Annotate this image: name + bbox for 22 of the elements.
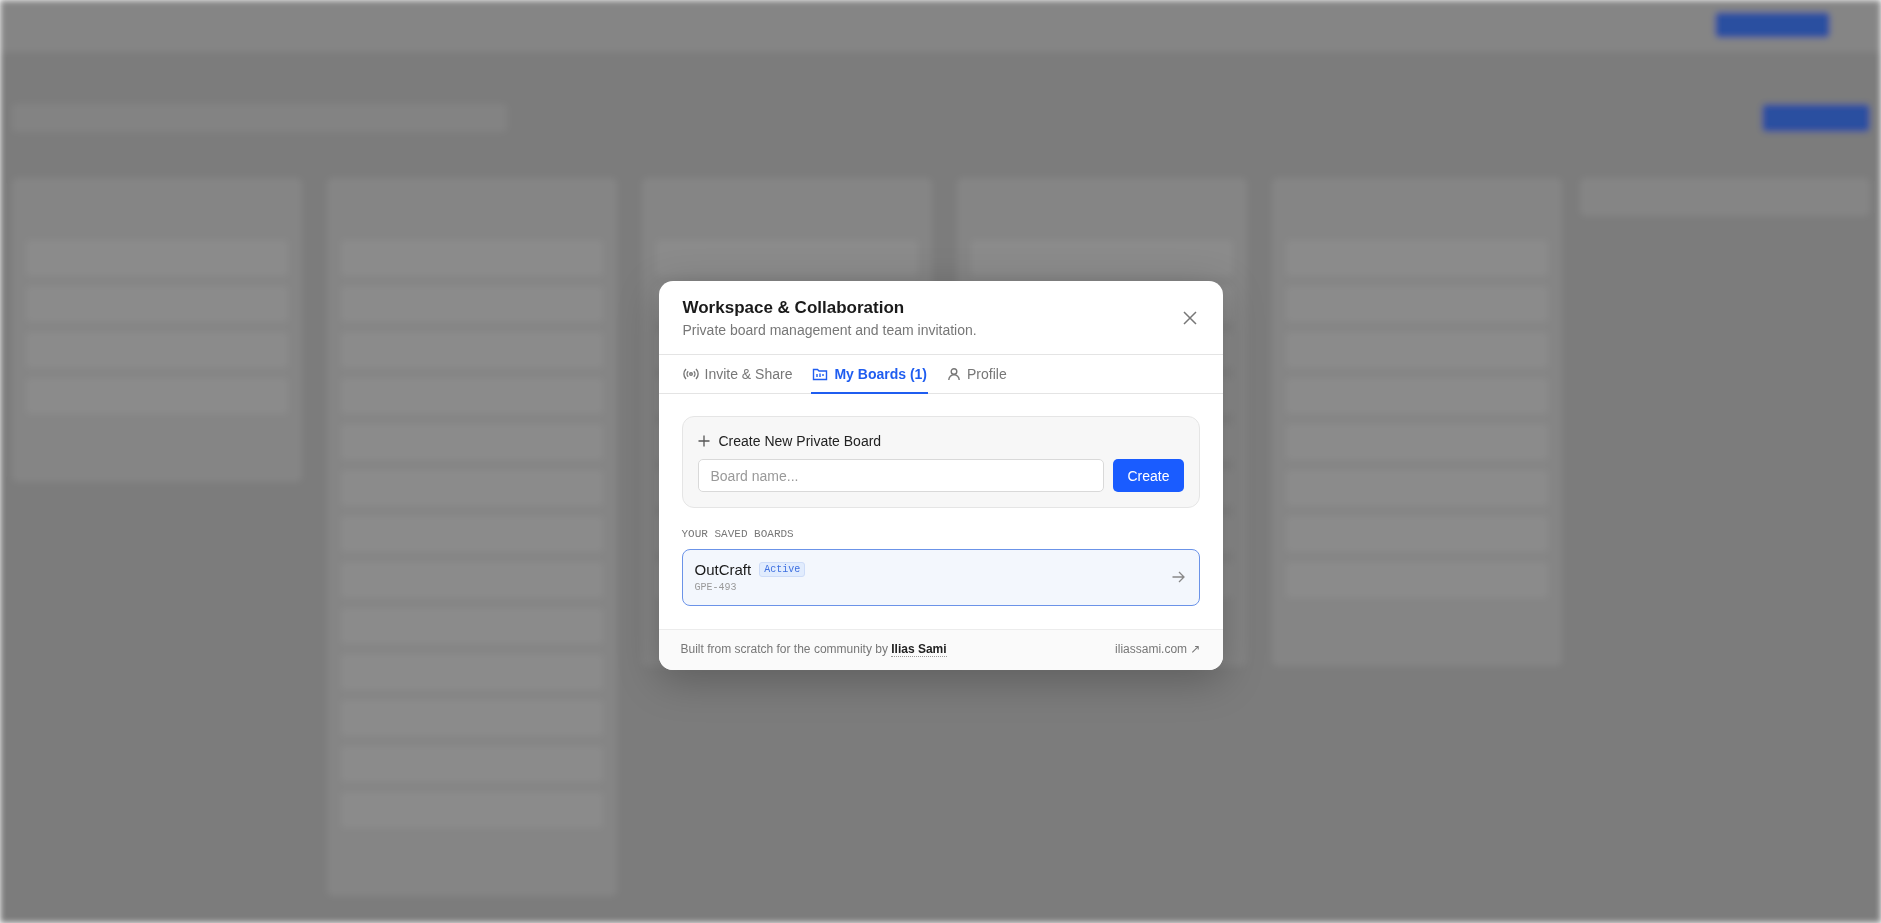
website-link[interactable]: iliassami.com ↗ xyxy=(1115,642,1201,656)
tab[interactable]: My Boards (1) xyxy=(811,355,928,394)
modal-title: Workspace & Collaboration xyxy=(682,298,906,318)
broadcast-icon xyxy=(682,367,699,381)
plus-icon xyxy=(697,435,710,447)
user-icon xyxy=(947,367,961,381)
tab[interactable]: Profile xyxy=(946,355,1008,394)
status-badge: Active xyxy=(759,562,806,577)
section-title: Create New Private Board xyxy=(718,433,882,449)
arrow-right-icon xyxy=(1171,571,1185,583)
board-item[interactable]: OutCraft Active GPE-493 xyxy=(681,549,1200,606)
board-code: GPE-493 xyxy=(694,582,738,593)
tab[interactable]: Invite & Share xyxy=(681,355,794,394)
section-heading: YOUR SAVED BOARDS xyxy=(681,528,795,540)
create-button[interactable]: Create xyxy=(1113,459,1184,492)
folder-icon xyxy=(812,367,829,381)
footer-text: Built from scratch for the community by Ilias Sami xyxy=(680,642,947,656)
board-name-field[interactable]: Board name... xyxy=(697,459,1105,492)
author-link[interactable]: Ilias Sami xyxy=(891,642,947,657)
close-button[interactable] xyxy=(1180,309,1199,327)
modal-subtitle: Private board management and team invitation. xyxy=(682,322,977,338)
board-name: OutCraft xyxy=(694,561,752,578)
